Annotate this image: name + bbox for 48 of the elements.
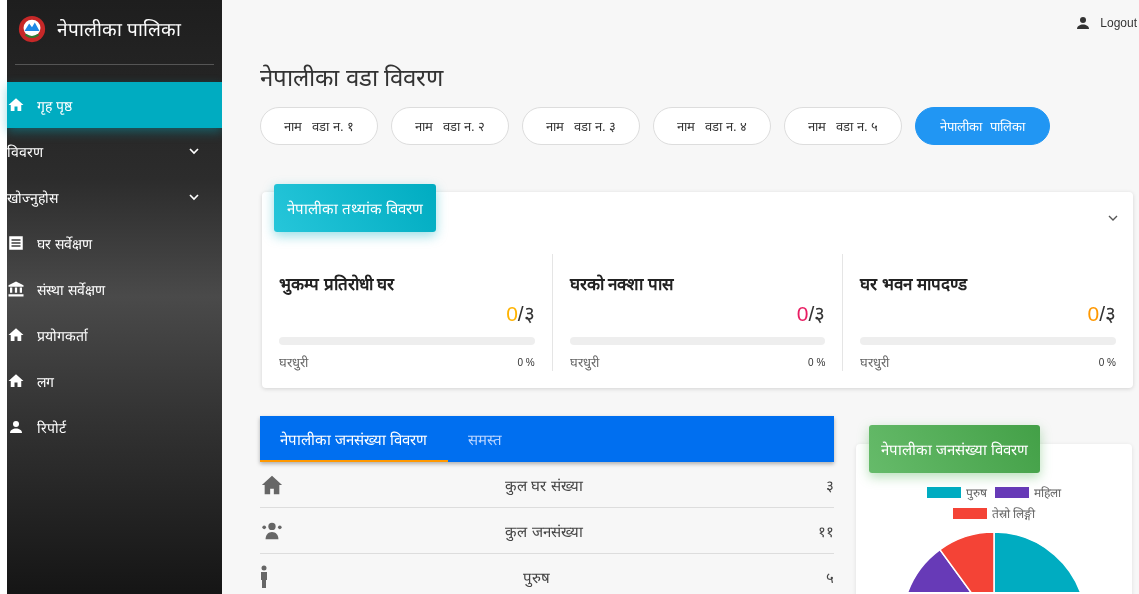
house-icon xyxy=(260,473,284,496)
home-icon xyxy=(7,326,25,344)
sidebar-item[interactable]: घर सर्वेक्षण xyxy=(7,220,222,266)
row-label: पुरुष xyxy=(521,567,551,587)
legend-label: तेस्रो लिङ्गी xyxy=(991,506,1036,522)
stat-percent: 0 % xyxy=(1098,356,1116,368)
stat-title: घर भवन मापदण्ड xyxy=(860,274,969,295)
logout-link[interactable]: Logout xyxy=(1074,14,1137,32)
bank-icon xyxy=(7,280,25,298)
sidebar-item[interactable]: रिपोर्ट xyxy=(7,404,222,450)
sidebar-item[interactable]: खोज्नुहोस xyxy=(7,174,222,220)
sidebar-item[interactable]: संस्था सर्वेक्षण xyxy=(7,266,222,312)
row-value: ३ xyxy=(825,475,834,495)
brand-title: नेपालीका पालिका xyxy=(57,18,182,42)
ward-button[interactable]: नाम वडा न. २ xyxy=(391,107,509,145)
sidebar-item[interactable]: विवरण xyxy=(7,128,222,174)
stat-title: घरको नक्शा पास xyxy=(569,273,675,295)
ward-button[interactable]: नाम वडा न. १ xyxy=(260,107,378,145)
man-icon xyxy=(260,565,268,588)
ward-button[interactable]: नाम वडा न. ५ xyxy=(784,107,902,145)
row-value: ५ xyxy=(825,567,834,587)
stat-title: भुकम्प प्रतिरोधी घर xyxy=(279,273,396,295)
ward-button[interactable]: नाम वडा न. ४ xyxy=(653,107,771,145)
stat-value: 0/३ xyxy=(505,301,535,327)
list-icon xyxy=(7,234,25,252)
row-value: ११ xyxy=(817,521,834,541)
stat-label: घरधुरी xyxy=(279,354,308,371)
stat-label: घरधुरी xyxy=(569,354,599,371)
chart-header-badge: नेपालीका जनसंख्या विवरण xyxy=(869,425,1041,473)
stat-value: 0/३ xyxy=(795,301,826,327)
page-title: नेपालीका वडा विवरण xyxy=(260,63,445,93)
stat-percent: 0 % xyxy=(517,356,535,368)
stat-value: 0/३ xyxy=(1086,301,1116,327)
stats-header-badge: नेपालीका तथ्यांक विवरण xyxy=(274,184,437,232)
tab[interactable]: नेपालीका जनसंख्या विवरण xyxy=(260,416,448,462)
emblem-logo-icon xyxy=(17,14,47,44)
legend-label: पुरुष xyxy=(966,485,987,501)
home-icon xyxy=(7,372,25,390)
stat-label: घरधुरी xyxy=(860,354,890,371)
row-label: कुल घर संख्या xyxy=(504,475,584,495)
sidebar-item[interactable]: प्रयोगकर्ता xyxy=(7,312,222,358)
person-icon xyxy=(7,418,25,436)
stat-percent: 0 % xyxy=(808,356,826,368)
row-label: कुल जनसंख्या xyxy=(504,521,584,541)
home-icon xyxy=(7,96,25,114)
legend-label: महिला xyxy=(1034,485,1061,501)
ward-button[interactable]: नाम वडा न. ३ xyxy=(522,107,640,145)
sidebar-item[interactable]: लग xyxy=(7,358,222,404)
